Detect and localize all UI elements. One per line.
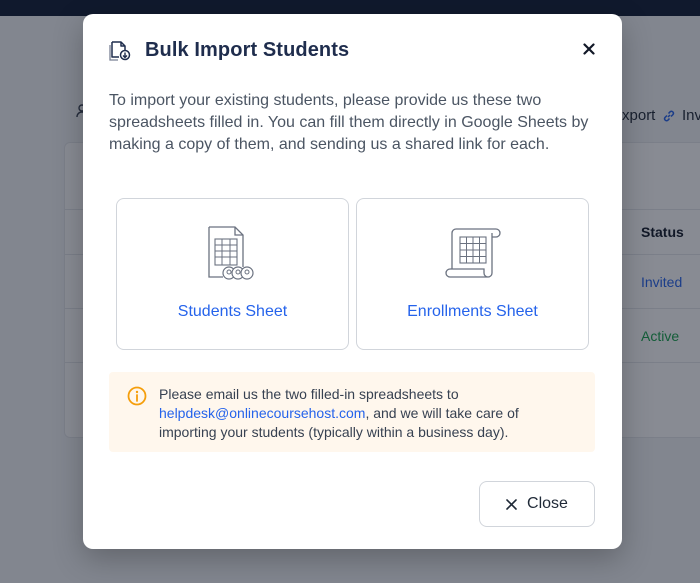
intro-text: To import your existing students, please… bbox=[109, 92, 589, 153]
modal-title: Bulk Import Students bbox=[145, 38, 350, 61]
close-icon[interactable] bbox=[580, 40, 598, 58]
students-sheet-icon bbox=[207, 226, 254, 280]
close-button-label: Close bbox=[527, 495, 568, 512]
students-sheet-card[interactable]: Students Sheet bbox=[116, 198, 349, 350]
helpdesk-email-link[interactable]: helpdesk@onlinecoursehost.com bbox=[159, 405, 365, 421]
enrollments-sheet-card[interactable]: Enrollments Sheet bbox=[356, 198, 589, 350]
close-button[interactable]: Close bbox=[479, 481, 595, 527]
students-sheet-link[interactable]: Students Sheet bbox=[117, 303, 348, 321]
info-text: Please email us the two filled-in spread… bbox=[159, 385, 579, 442]
info-icon bbox=[127, 386, 147, 406]
modal-header: Bulk Import Students bbox=[109, 38, 596, 62]
bulk-import-modal: Bulk Import Students To import your exis… bbox=[83, 14, 622, 549]
info-callout: Please email us the two filled-in spread… bbox=[109, 372, 595, 452]
info-text-before: Please email us the two filled-in spread… bbox=[159, 386, 459, 402]
enrollments-sheet-link[interactable]: Enrollments Sheet bbox=[357, 303, 588, 321]
enrollments-sheet-icon bbox=[444, 228, 501, 278]
file-import-icon bbox=[109, 41, 131, 61]
close-icon bbox=[506, 498, 517, 510]
